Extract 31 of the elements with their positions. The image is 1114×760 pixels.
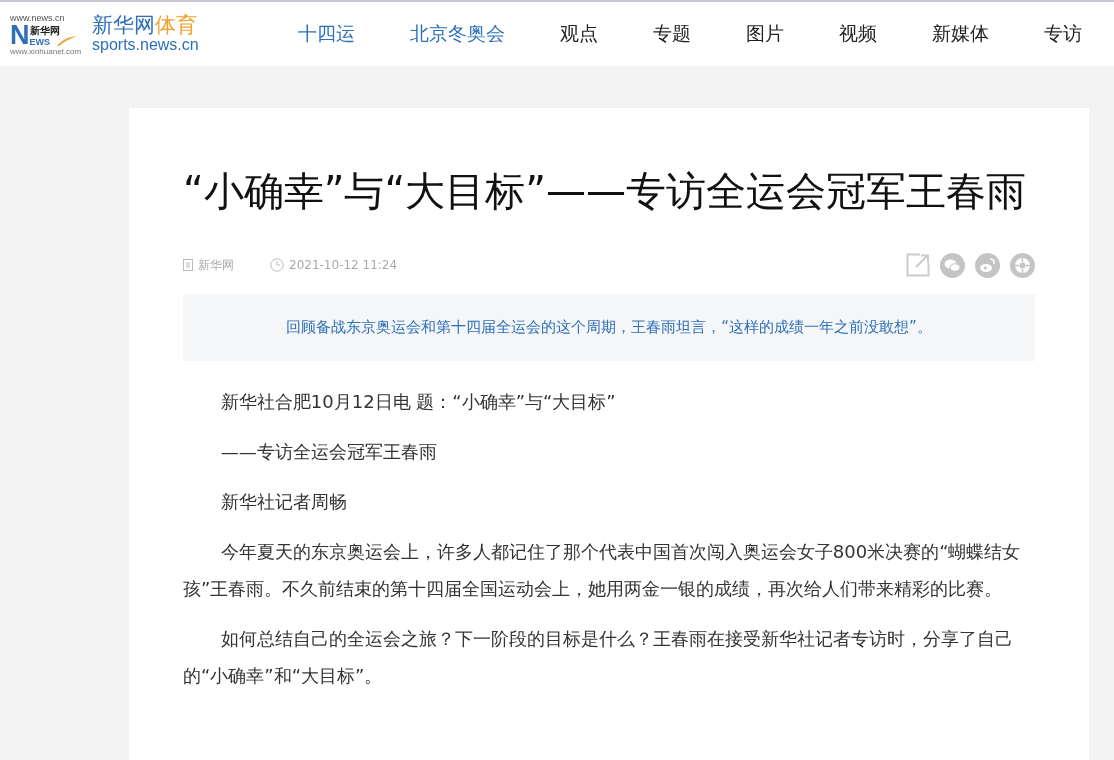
document-icon <box>183 259 193 271</box>
nav-link[interactable]: 北京冬奥会 <box>410 21 505 47</box>
aperture-icon[interactable] <box>1010 252 1035 278</box>
logo-url: www.news.cn <box>10 12 66 23</box>
weibo-icon[interactable] <box>975 252 1000 278</box>
nav-link[interactable]: 新媒体 <box>932 21 989 47</box>
article-paragraph: 新华社记者周畅 <box>219 490 348 514</box>
logo-letter: N <box>10 22 30 47</box>
logo-url: www.xinhuanet.com <box>10 46 83 56</box>
nav-link[interactable]: 十四运 <box>298 21 355 47</box>
nav-link[interactable]: 图片 <box>746 21 784 47</box>
external-link-icon[interactable] <box>906 253 930 277</box>
article-paragraph: 如何总结自己的全运会之旅？下一阶段的目标是什么？王春雨在接受新华社记者专访时，分享了自己的“小确幸”和“大目标”。 <box>183 627 1014 688</box>
site-name: 新华网 <box>92 13 155 37</box>
article-paragraph: 今年夏天的东京奥运会上，许多人都记住了那个代表中国首次闯入奥运会女子800米决赛的“蝴蝶结女孩”王春雨。不久前结束的第十四届全国运动会上，她用两金一银的成绩，再次给人们带来精彩的比赛。 <box>183 540 1022 601</box>
nav-link[interactable]: 视频 <box>839 21 877 47</box>
channel-name: 体育 <box>155 13 197 37</box>
logo-text: 新华网 <box>29 24 60 37</box>
nav-link[interactable]: 专题 <box>653 21 691 47</box>
nav-link[interactable]: 观点 <box>560 21 598 47</box>
article-source: 新华网 <box>198 256 234 274</box>
clock-icon <box>270 258 284 272</box>
summary-text: 回顾备战东京奥运会和第十四届全运会的这个周期，王春雨坦言，“这样的成绩一年之前没敢想”。 <box>286 318 932 337</box>
nav-link[interactable]: 专访 <box>1044 21 1082 47</box>
logo-text: EWS <box>29 36 51 47</box>
article-title: “小确幸”与“大目标”——专访全运会冠军王春雨 <box>183 167 1027 216</box>
wechat-icon[interactable] <box>940 252 965 278</box>
article-paragraph: 新华社合肥10月12日电 题：“小确幸”与“大目标” <box>219 390 617 414</box>
publish-time: 2021-10-12 11:24 <box>289 258 398 272</box>
site-domain: sports.news.cn <box>92 36 199 54</box>
article-paragraph: ——专访全运会冠军王春雨 <box>219 440 438 464</box>
